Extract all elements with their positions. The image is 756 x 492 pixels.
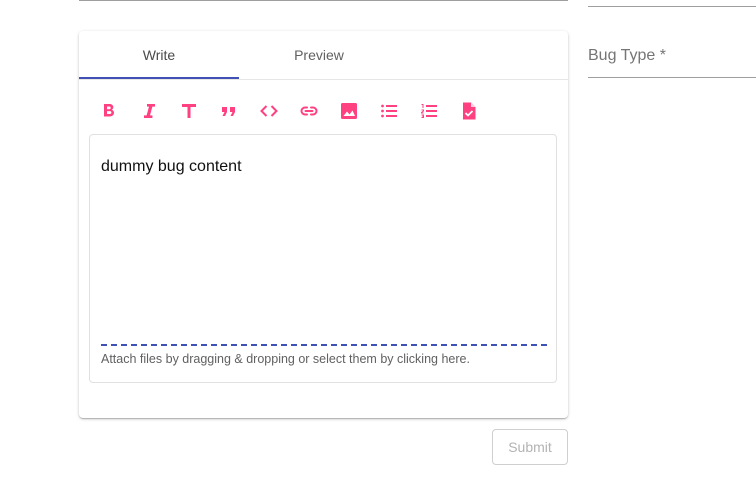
tab-write[interactable]: Write — [79, 31, 239, 79]
submit-button[interactable]: Submit — [492, 429, 568, 465]
quote-icon — [222, 107, 235, 116]
unordered-list-button[interactable] — [377, 97, 401, 125]
header-icon — [182, 104, 196, 118]
attach-divider — [101, 344, 547, 346]
editor-tabs: Write Preview — [79, 31, 568, 80]
link-button[interactable] — [297, 97, 321, 125]
description-editor-card: Write Preview dummy bug content Attach f… — [79, 31, 568, 418]
image-button[interactable] — [337, 97, 361, 125]
previous-field-underline — [79, 0, 568, 1]
code-button[interactable] — [257, 97, 281, 125]
tab-preview[interactable]: Preview — [239, 31, 399, 79]
ordered-list-button[interactable] — [417, 97, 441, 125]
bold-button[interactable] — [97, 97, 121, 125]
quote-button[interactable] — [217, 97, 241, 125]
checked-list-icon — [463, 102, 476, 120]
tab-selected-indicator — [79, 77, 239, 79]
markdown-editor[interactable]: dummy bug content Attach files by draggi… — [89, 134, 557, 383]
attach-files-hint[interactable]: Attach files by dragging & dropping or s… — [101, 352, 470, 366]
ordered-list-icon — [421, 104, 437, 118]
previous-field-underline-right — [588, 6, 756, 7]
italic-icon — [144, 104, 155, 118]
bold-icon — [104, 104, 114, 117]
bug-type-select-underline[interactable] — [588, 77, 756, 78]
link-icon — [300, 106, 318, 116]
image-icon — [341, 103, 357, 119]
unordered-list-icon — [381, 104, 397, 118]
checked-list-button[interactable] — [457, 97, 481, 125]
editor-content[interactable]: dummy bug content — [101, 158, 242, 176]
bug-type-label[interactable]: Bug Type * — [588, 47, 666, 65]
header-button[interactable] — [177, 97, 201, 125]
code-icon — [260, 105, 278, 117]
italic-button[interactable] — [137, 97, 161, 125]
